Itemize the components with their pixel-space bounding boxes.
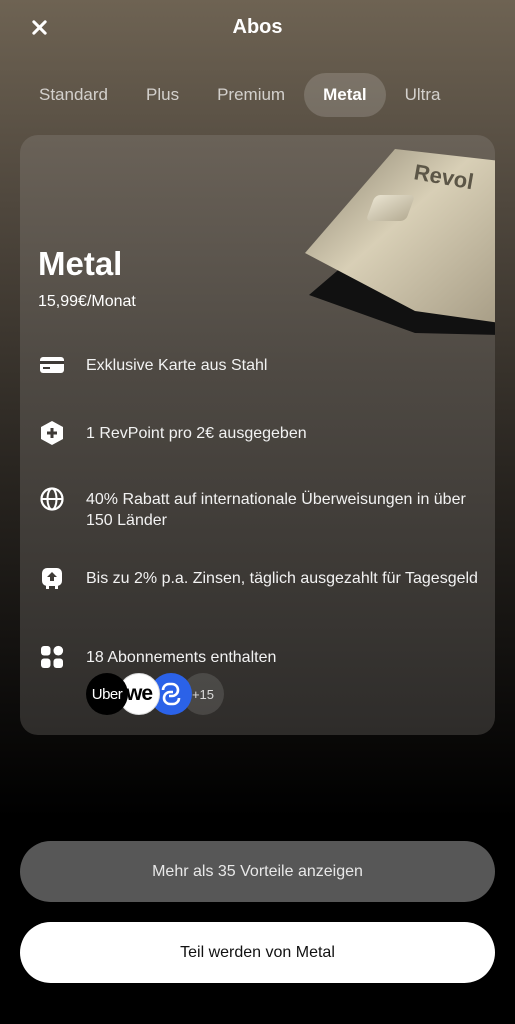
tab-ultra[interactable]: Ultra: [386, 73, 460, 117]
plan-name: Metal: [38, 245, 123, 282]
savings-icon: [42, 568, 62, 589]
page-title: Abos: [232, 16, 283, 38]
globe-icon: [40, 487, 64, 511]
tab-metal[interactable]: Metal: [304, 73, 386, 117]
link-icon: [161, 682, 181, 706]
card-icon: [40, 357, 64, 373]
tab-plus[interactable]: Plus: [127, 73, 198, 117]
feature-text: Bis zu 2% p.a. Zinsen, täglich ausgezahl…: [86, 570, 478, 587]
feature-text: 40% Rabatt auf internationale Überweisun…: [86, 491, 466, 529]
revpoint-icon: [41, 421, 63, 445]
show-benefits-button[interactable]: Mehr als 35 Vorteile anzeigen: [20, 841, 495, 902]
metal-card-image: Revol: [305, 149, 495, 335]
feature-text: 1 RevPoint pro 2€ ausgegeben: [86, 425, 307, 442]
feature-text: Exklusive Karte aus Stahl: [86, 357, 268, 374]
header: Abos: [0, 0, 515, 56]
uber-logo: Uber: [86, 673, 128, 715]
join-metal-button[interactable]: Teil werden von Metal: [20, 922, 495, 983]
tab-premium[interactable]: Premium: [198, 73, 304, 117]
plan-price: 15,99€/Monat: [38, 293, 136, 310]
apps-icon: [41, 645, 64, 668]
plan-card: Revol Metal 15,99€/Monat Exklusive Karte…: [20, 135, 495, 735]
tab-standard[interactable]: Standard: [20, 73, 127, 117]
feature-text: 18 Abonnements enthalten: [86, 649, 277, 666]
plan-tabs: Standard Plus Premium Metal Ultra: [20, 73, 459, 117]
